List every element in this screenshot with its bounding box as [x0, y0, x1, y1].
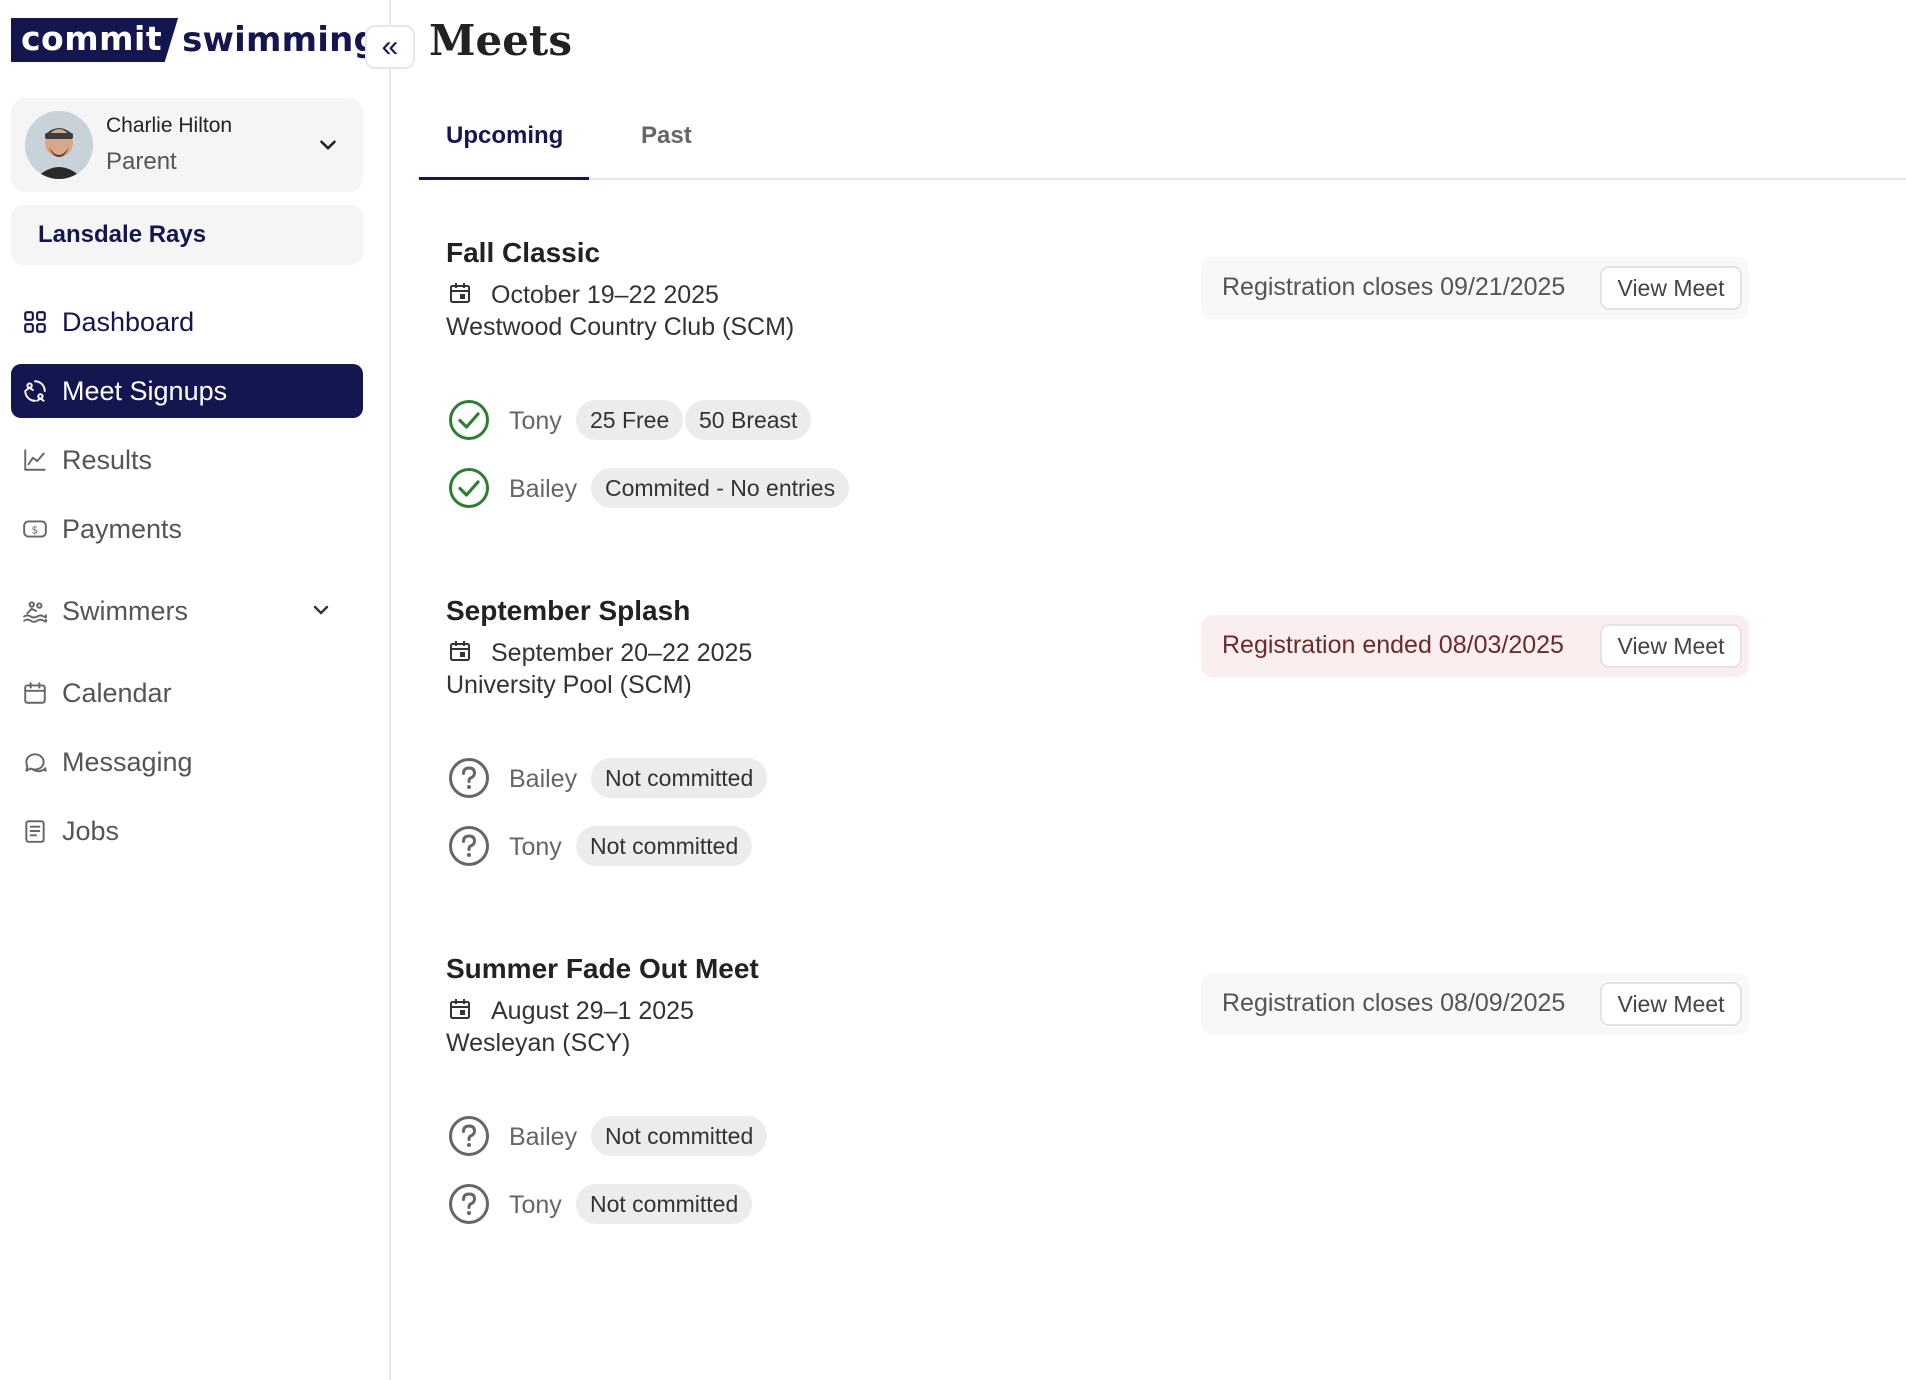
profile-role: Parent [106, 148, 177, 175]
entry-chip: Not committed [591, 758, 768, 798]
nav-swimmers-label: Swimmers [62, 595, 188, 626]
sidebar: commit swimming Charlie Hilton Parent La… [0, 0, 391, 1380]
calendar-icon [448, 997, 472, 1021]
meet-date: August 29–1 2025 [491, 997, 694, 1025]
tab-bar: Upcoming Past [419, 110, 1906, 180]
swimmer-name: Tony [509, 1191, 562, 1219]
calendar-icon [448, 639, 472, 663]
nav-messaging-label: Messaging [62, 746, 193, 777]
meet-title: Fall Classic [446, 237, 601, 268]
brand-logo[interactable]: commit swimming [11, 18, 378, 62]
chevron-down-icon[interactable] [315, 132, 341, 158]
swimmer-name: Bailey [509, 1123, 578, 1151]
entry-chip: Not committed [576, 1184, 753, 1224]
nav-dashboard[interactable]: Dashboard [11, 295, 363, 349]
meet-title: September Splash [446, 595, 691, 626]
registration-text: Registration ended 08/03/2025 [1222, 631, 1564, 659]
swimmer-name: Tony [509, 407, 562, 435]
swimmer-name: Bailey [509, 475, 578, 503]
chat-bubble-icon [25, 753, 47, 773]
nav-meet-signups-label: Meet Signups [62, 375, 228, 406]
meet-date: September 20–22 2025 [491, 639, 753, 667]
nav-messaging[interactable]: Messaging [11, 735, 363, 789]
question-circle-icon [448, 1115, 490, 1157]
entry-chip: 25 Free [576, 400, 684, 440]
entry-chip: Commited - No entries [591, 468, 850, 508]
svg-text:$: $ [32, 523, 39, 536]
swimmer-icon [23, 601, 48, 623]
registration-text: Registration closes 09/21/2025 [1222, 273, 1566, 301]
nav-payments[interactable]: $ Payments [11, 502, 363, 556]
avatar [25, 111, 93, 179]
nav-meet-signups[interactable]: Meet Signups [11, 364, 363, 418]
meet-signup-icon [24, 380, 46, 402]
nav-calendar-label: Calendar [62, 677, 172, 708]
page-title: Meets [429, 16, 572, 65]
logo-swimming: swimming [182, 20, 379, 60]
registration-status: Registration closes 09/21/2025 View Meet [1201, 257, 1749, 319]
team-selector[interactable]: Lansdale Rays [11, 205, 363, 265]
chevron-down-icon[interactable] [309, 598, 333, 622]
double-chevron-left-icon: « [381, 30, 399, 63]
dashboard-icon [24, 311, 46, 333]
meet-location: University Pool (SCM) [446, 671, 692, 699]
tab-upcoming[interactable]: Upcoming [446, 122, 563, 150]
question-circle-icon [448, 1183, 490, 1225]
nav-dashboard-label: Dashboard [62, 306, 195, 337]
meet-date: October 19–22 2025 [491, 281, 719, 309]
entry-chip: 50 Breast [685, 400, 812, 440]
question-circle-icon [448, 757, 490, 799]
clipboard-icon [25, 820, 45, 843]
entry-chip: Not committed [591, 1116, 768, 1156]
nav-payments-label: Payments [62, 513, 183, 544]
registration-text: Registration closes 08/09/2025 [1222, 989, 1566, 1017]
entry-chip: Not committed [576, 826, 753, 866]
tab-past[interactable]: Past [641, 122, 692, 150]
nav-calendar[interactable]: Calendar [11, 666, 363, 720]
check-circle-icon [448, 399, 490, 441]
dollar-icon: $ [23, 520, 47, 538]
swimmer-name: Tony [509, 833, 562, 861]
chart-line-icon [24, 449, 46, 471]
nav-jobs[interactable]: Jobs [11, 804, 363, 858]
meet-title: Summer Fade Out Meet [446, 953, 759, 984]
nav-swimmers[interactable]: Swimmers [11, 584, 363, 638]
active-tab-indicator [419, 177, 589, 180]
logo-commit: commit [11, 18, 179, 62]
check-circle-icon [448, 467, 490, 509]
collapse-sidebar-button[interactable]: « [365, 25, 415, 69]
view-meet-button[interactable]: View Meet [1600, 624, 1742, 668]
question-circle-icon [448, 825, 490, 867]
team-name: Lansdale Rays [38, 221, 207, 248]
view-meet-button[interactable]: View Meet [1600, 266, 1742, 310]
nav-results-label: Results [62, 444, 153, 475]
view-meet-button[interactable]: View Meet [1600, 982, 1742, 1026]
registration-status: Registration closes 08/09/2025 View Meet [1201, 973, 1749, 1035]
profile-switcher[interactable]: Charlie Hilton Parent [11, 98, 363, 192]
calendar-icon [448, 281, 472, 305]
nav-results[interactable]: Results [11, 433, 363, 487]
nav-jobs-label: Jobs [62, 815, 120, 846]
profile-name: Charlie Hilton [106, 114, 233, 137]
calendar-icon [24, 682, 46, 704]
swimmer-name: Bailey [509, 765, 578, 793]
meet-location: Westwood Country Club (SCM) [446, 313, 795, 341]
meet-location: Wesleyan (SCY) [446, 1029, 631, 1057]
registration-status: Registration ended 08/03/2025 View Meet [1201, 615, 1749, 677]
